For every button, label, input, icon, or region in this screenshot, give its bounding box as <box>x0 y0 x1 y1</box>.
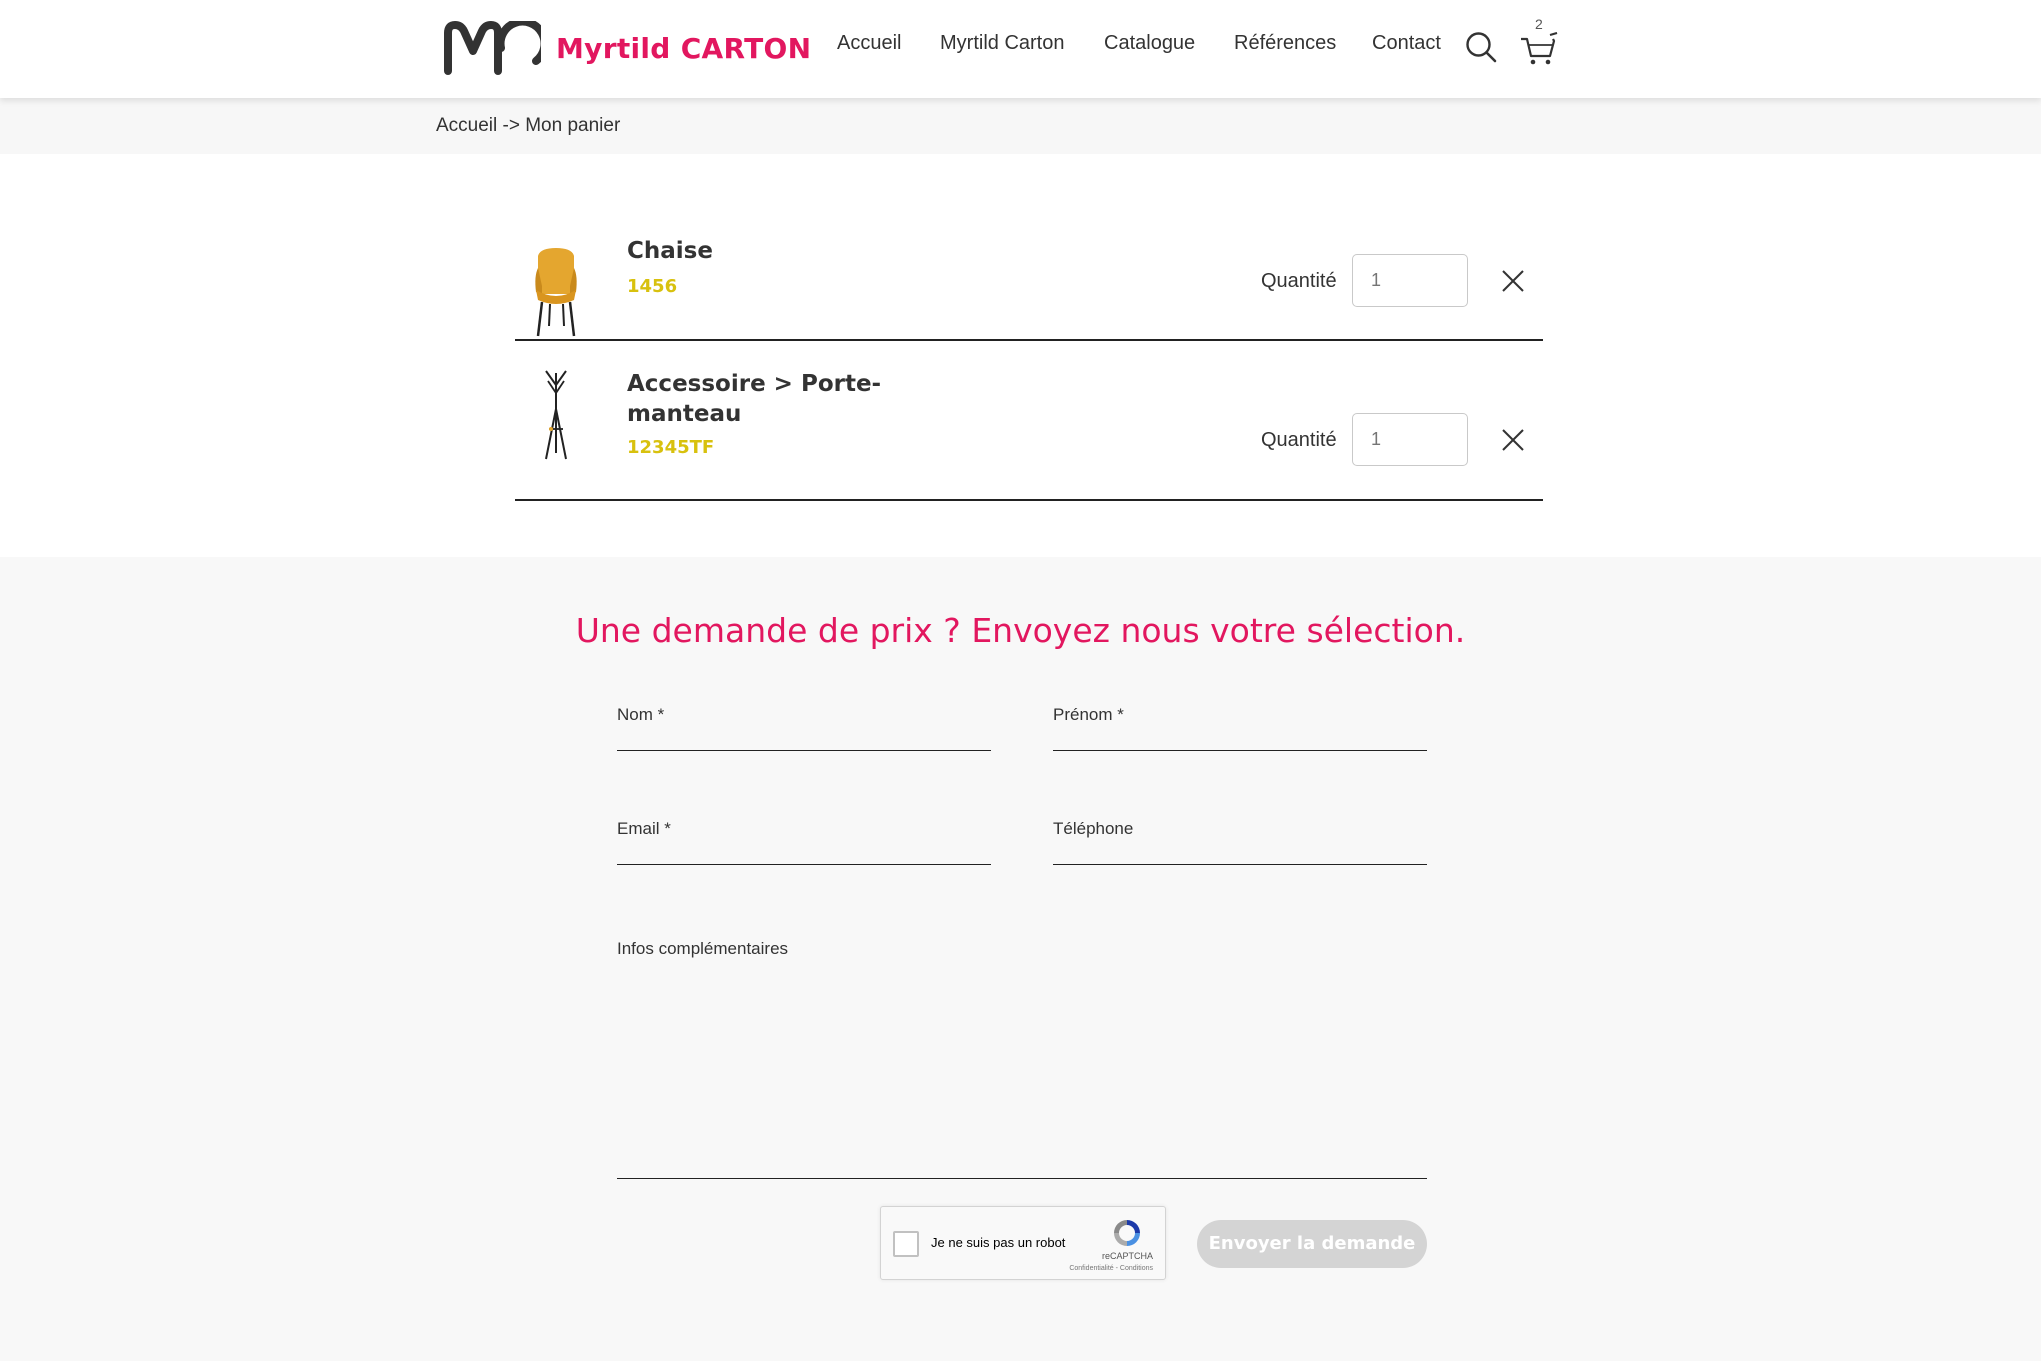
quantity-input[interactable] <box>1352 254 1468 307</box>
submit-request-button[interactable]: Envoyer la demande <box>1197 1220 1427 1268</box>
recaptcha-terms-link[interactable]: Confidentialité - Conditions <box>1069 1265 1153 1272</box>
email-field[interactable] <box>617 837 991 865</box>
nav-item-myrtild-carton[interactable]: Myrtild Carton <box>940 32 1064 55</box>
coat-rack-image <box>545 370 567 460</box>
recaptcha-checkbox[interactable] <box>893 1231 919 1257</box>
nom-label: Nom * <box>617 705 665 724</box>
nav-item-accueil[interactable]: Accueil <box>837 32 901 55</box>
infos-textarea[interactable] <box>617 961 1427 1179</box>
cart-icon <box>1521 32 1558 65</box>
quantity-input[interactable] <box>1352 413 1468 466</box>
nav-item-contact[interactable]: Contact <box>1372 32 1441 55</box>
recaptcha-label: Je ne suis pas un robot <box>931 1235 1066 1250</box>
site-header: Myrtild CARTON Accueil Myrtild Carton Ca… <box>0 0 2041 98</box>
cart-item: Chaise 1456 Quantité <box>515 220 1543 341</box>
prenom-field[interactable] <box>1053 723 1427 751</box>
item-name[interactable]: Accessoire > Porte-manteau <box>627 369 927 429</box>
item-name[interactable]: Chaise <box>627 236 927 266</box>
item-reference: 1456 <box>627 276 678 297</box>
item-reference: 12345TF <box>627 437 715 458</box>
breadcrumb[interactable]: Accueil -> Mon panier <box>436 115 620 137</box>
telephone-field[interactable] <box>1053 837 1427 865</box>
remove-item-icon[interactable] <box>1500 427 1526 453</box>
recaptcha-brand: reCAPTCHA <box>1101 1251 1153 1261</box>
cart-item: Accessoire > Porte-manteau 12345TF Quant… <box>515 341 1543 501</box>
infos-label: Infos complémentaires <box>617 939 789 958</box>
cart-count: 2 <box>1535 16 1543 32</box>
remove-item-icon[interactable] <box>1500 268 1526 294</box>
email-label: Email * <box>617 819 671 838</box>
quote-form-section: Une demande de prix ? Envoyez nous votre… <box>0 557 2041 1361</box>
cart-button[interactable]: 2 <box>1520 16 1560 66</box>
form-title: Une demande de prix ? Envoyez nous votre… <box>575 611 1466 650</box>
brand-name: Myrtild CARTON <box>556 31 812 65</box>
brand-logo[interactable]: Myrtild CARTON <box>443 21 811 75</box>
search-icon[interactable] <box>1465 31 1497 63</box>
prenom-label: Prénom * <box>1053 705 1124 724</box>
nom-field[interactable] <box>617 723 991 751</box>
quantity-label: Quantité <box>1261 270 1337 292</box>
logo-mark-icon <box>444 21 541 75</box>
nav-item-catalogue[interactable]: Catalogue <box>1104 32 1195 55</box>
telephone-label: Téléphone <box>1053 819 1134 838</box>
recaptcha-icon <box>1114 1220 1140 1246</box>
recaptcha-widget: Je ne suis pas un robot reCAPTCHA Confid… <box>880 1206 1166 1280</box>
cart-list: Chaise 1456 Quantité Accessoire > Porte-… <box>515 220 1543 501</box>
chair-image <box>535 248 577 337</box>
nav-item-references[interactable]: Références <box>1234 32 1336 55</box>
quantity-label: Quantité <box>1261 429 1337 451</box>
breadcrumb-bar: Accueil -> Mon panier <box>0 98 2041 154</box>
